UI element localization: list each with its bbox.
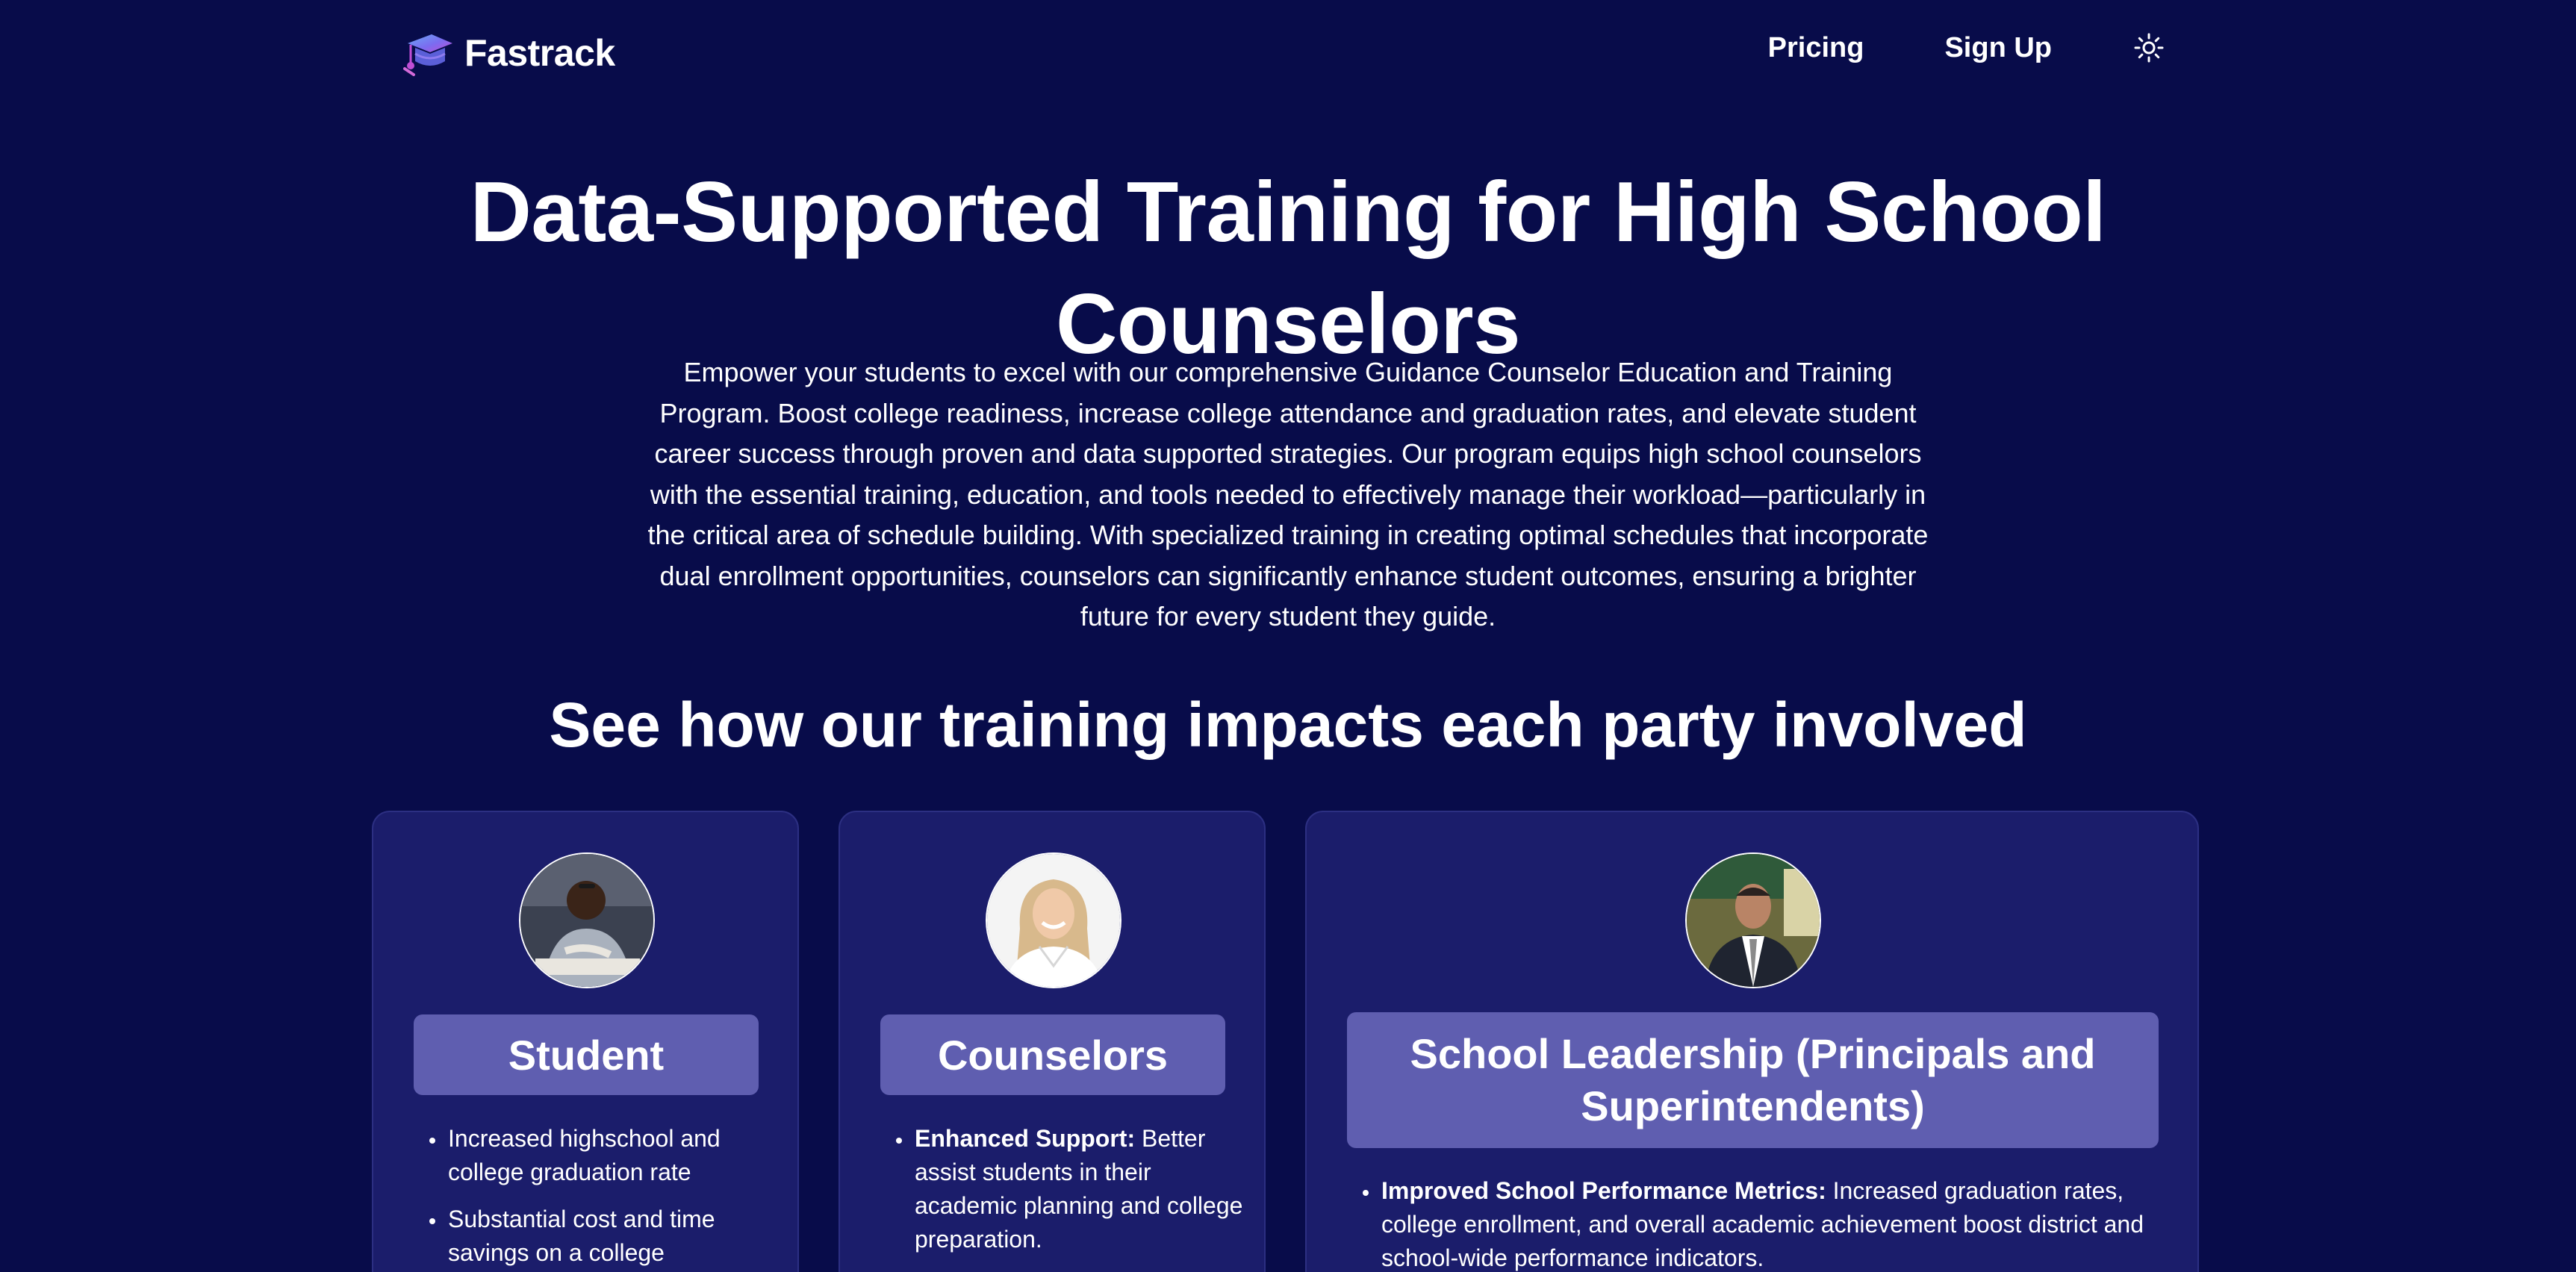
counselor-avatar: [986, 852, 1121, 988]
graduation-cap-icon: [403, 34, 452, 76]
counselors-card: Counselors Enhanced Support: Better assi…: [839, 811, 1266, 1272]
counselor-benefits-list: Enhanced Support: Better assist students…: [892, 1122, 1249, 1270]
site-header: Fastrack Pricing Sign Up: [0, 0, 2576, 105]
hero-description: Empower your students to excel with our …: [647, 357, 1929, 632]
list-item: Improved School Performance Metrics: Inc…: [1380, 1174, 2156, 1272]
list-item: Substantial cost and time savings on a c…: [447, 1203, 783, 1270]
leadership-benefits-list: Improved School Performance Metrics: Inc…: [1359, 1174, 2156, 1272]
leadership-card: School Leadership (Principals and Superi…: [1305, 811, 2199, 1272]
student-avatar: [519, 852, 655, 988]
student-card: Student Increased highschool and college…: [372, 811, 799, 1272]
list-item: Enhanced Support: Better assist students…: [913, 1122, 1249, 1256]
student-benefits-list: Increased highschool and college graduat…: [426, 1122, 783, 1272]
counselors-label: Counselors: [880, 1014, 1225, 1095]
top-nav: Pricing Sign Up: [1768, 31, 2165, 64]
nav-pricing-link[interactable]: Pricing: [1768, 32, 1864, 64]
theme-toggle-button[interactable]: [2132, 31, 2165, 64]
impact-section-title: See how our training impacts each party …: [549, 690, 2027, 760]
sun-icon: [2134, 33, 2164, 63]
hero-title: Data-Supported Training for High School …: [470, 165, 2106, 372]
leadership-avatar: [1685, 852, 1821, 988]
nav-signup-link[interactable]: Sign Up: [1944, 32, 2052, 64]
leadership-label: School Leadership (Principals and Superi…: [1347, 1012, 2159, 1148]
student-label: Student: [414, 1014, 759, 1095]
brand-logo[interactable]: Fastrack: [403, 28, 615, 78]
brand-name: Fastrack: [464, 32, 615, 74]
list-item: Increased highschool and college graduat…: [447, 1122, 783, 1189]
page: Fastrack Pricing Sign Up Data-Supported …: [0, 0, 2576, 1272]
